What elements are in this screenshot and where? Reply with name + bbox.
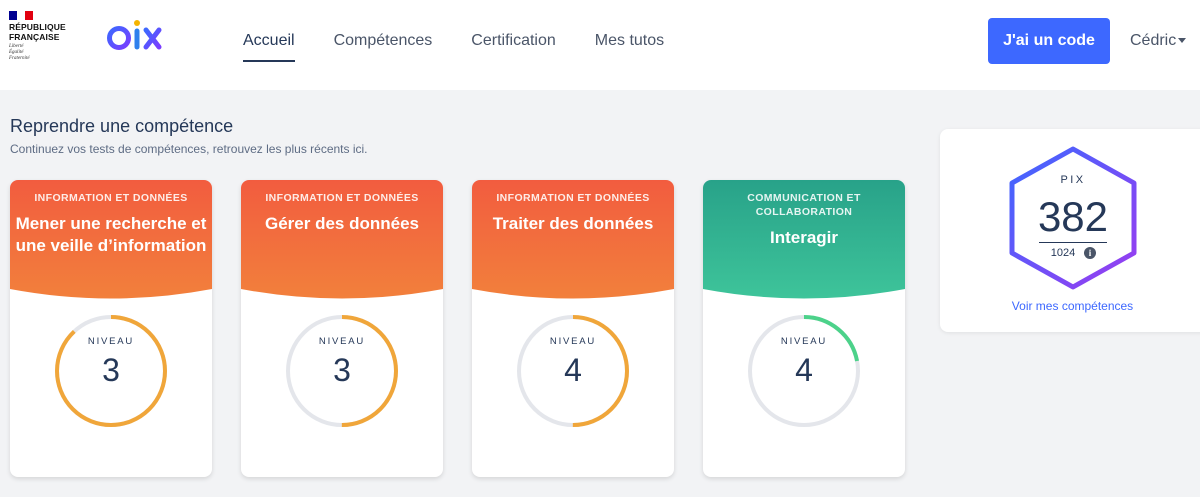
section-subtitle: Continuez vos tests de compétences, retr… (10, 142, 368, 156)
user-name: Cédric (1130, 32, 1177, 49)
card-title: Interagir (769, 228, 839, 247)
score-divider (1039, 242, 1107, 243)
card-area: INFORMATION ET DONNÉES (496, 192, 650, 204)
score-value: 382 (1037, 193, 1109, 240)
nav-competences[interactable]: Compétences (334, 32, 433, 54)
nav-accueil[interactable]: Accueil (243, 32, 295, 62)
user-menu[interactable]: Cédric (1130, 32, 1187, 50)
gov-name-line1: RÉPUBLIQUE (9, 22, 66, 32)
competence-card[interactable]: INFORMATION ET DONNÉES Mener une recherc… (10, 180, 212, 477)
gov-motto: Liberté Égalité Fraternité (9, 44, 79, 62)
gov-motto-line: Fraternité (9, 56, 30, 61)
pix-logo[interactable]: pix (104, 16, 164, 62)
score-max: 1024 (1050, 247, 1076, 259)
card-title: Gérer des données (264, 214, 419, 233)
level-label: NIVEAU (318, 336, 366, 347)
card-area: COMMUNICATION ET COLLABORATION (747, 192, 861, 218)
section-title: Reprendre une compétence (10, 116, 234, 136)
nav-certification[interactable]: Certification (471, 32, 555, 54)
view-competences-link[interactable]: Voir mes compétences (940, 299, 1200, 313)
card-area: INFORMATION ET DONNÉES (265, 192, 419, 204)
score-label: PIX (1060, 174, 1086, 186)
level-value: 3 (333, 352, 351, 388)
level-value: 3 (102, 352, 120, 388)
competence-card[interactable]: COMMUNICATION ET COLLABORATION Interagir… (703, 180, 905, 477)
level-value: 4 (564, 352, 582, 388)
caret-down-icon (1178, 38, 1187, 44)
gov-name-line2: FRANÇAISE (9, 32, 60, 42)
pix-logo-text: pix (104, 16, 106, 17)
level-label: NIVEAU (549, 336, 597, 347)
top-header: RÉPUBLIQUE FRANÇAISE Liberté Égalité Fra… (0, 0, 1200, 90)
card-area: INFORMATION ET DONNÉES (34, 192, 188, 204)
level-value: 4 (795, 352, 813, 388)
pix-score-panel: PIX 382 1024 i Voir mes compétences (940, 129, 1200, 332)
competence-card[interactable]: INFORMATION ET DONNÉES Traiter des donné… (472, 180, 674, 477)
card-title: Mener une recherche et une veille d’info… (15, 214, 207, 255)
main-nav: Accueil Compétences Certification Mes tu… (243, 32, 703, 62)
french-flag-icon (9, 11, 33, 20)
info-icon[interactable]: i (1084, 247, 1096, 259)
republique-francaise-logo[interactable]: RÉPUBLIQUE FRANÇAISE Liberté Égalité Fra… (9, 11, 79, 62)
competence-card[interactable]: INFORMATION ET DONNÉES Gérer des données… (241, 180, 443, 477)
level-label: NIVEAU (780, 336, 828, 347)
card-title: Traiter des données (492, 214, 654, 233)
level-label: NIVEAU (87, 336, 135, 347)
enter-code-button[interactable]: J'ai un code (988, 18, 1110, 64)
nav-mes-tutos[interactable]: Mes tutos (595, 32, 664, 54)
